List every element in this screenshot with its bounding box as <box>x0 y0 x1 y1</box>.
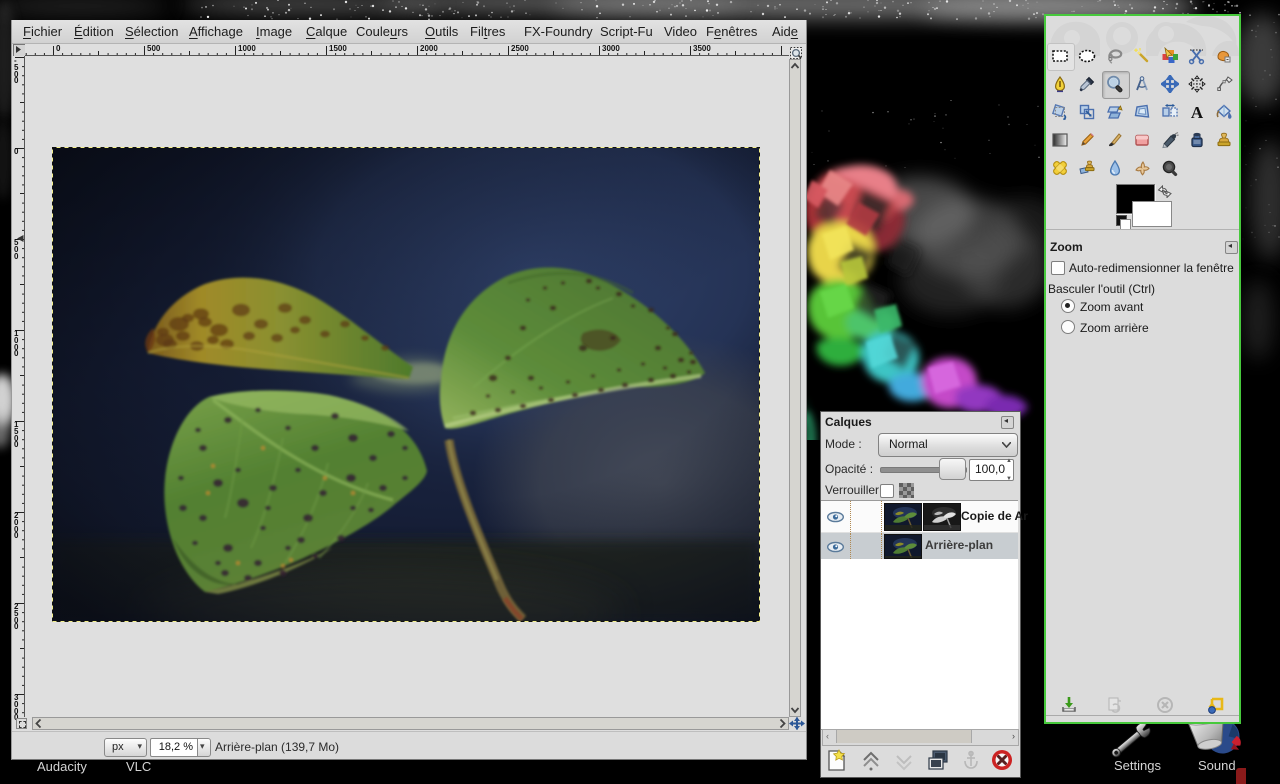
svg-text:A: A <box>1191 103 1204 121</box>
